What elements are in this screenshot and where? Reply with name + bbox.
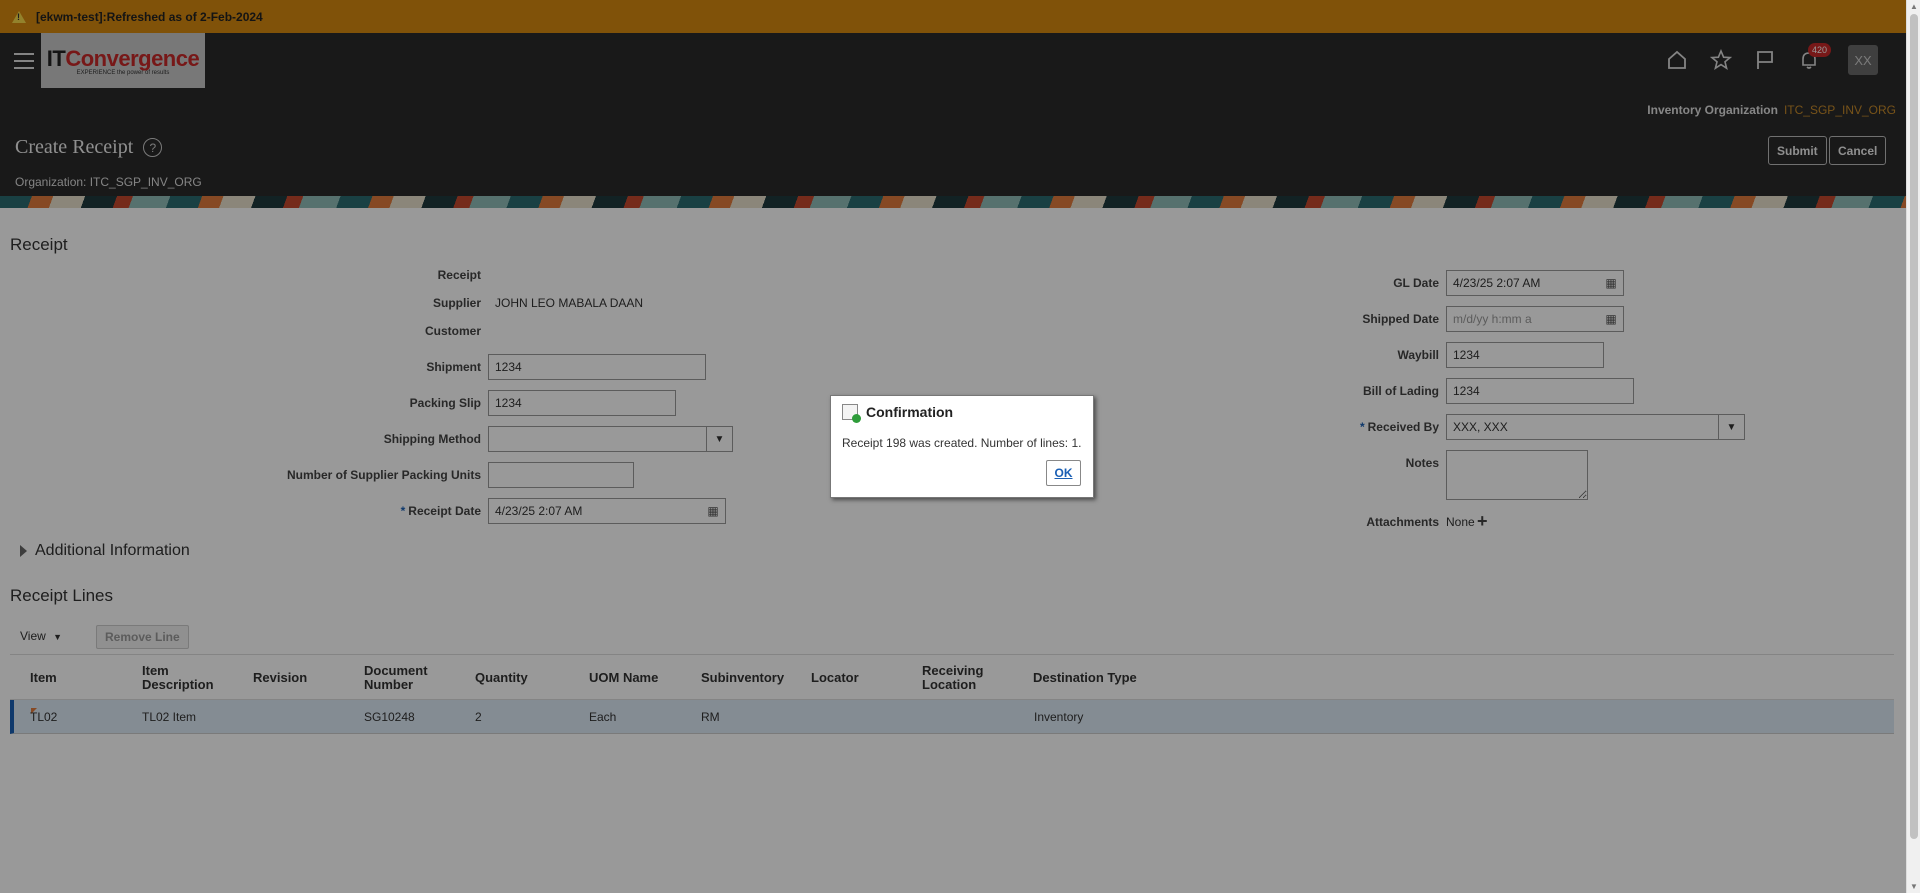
scrollbar-thumb[interactable]	[1910, 14, 1918, 839]
dialog-message: Receipt 198 was created. Number of lines…	[842, 436, 1082, 450]
scroll-up-icon[interactable]: ▲	[1910, 2, 1918, 11]
vertical-scrollbar[interactable]: ▲ ▼	[1906, 0, 1920, 893]
confirmation-dialog: Confirmation Receipt 198 was created. Nu…	[830, 395, 1094, 498]
scroll-down-icon[interactable]: ▼	[1910, 882, 1918, 891]
dialog-title: Confirmation	[842, 404, 954, 423]
dialog-title-text: Confirmation	[866, 404, 954, 420]
confirmation-icon	[842, 404, 861, 423]
ok-button[interactable]: OK	[1046, 460, 1081, 486]
